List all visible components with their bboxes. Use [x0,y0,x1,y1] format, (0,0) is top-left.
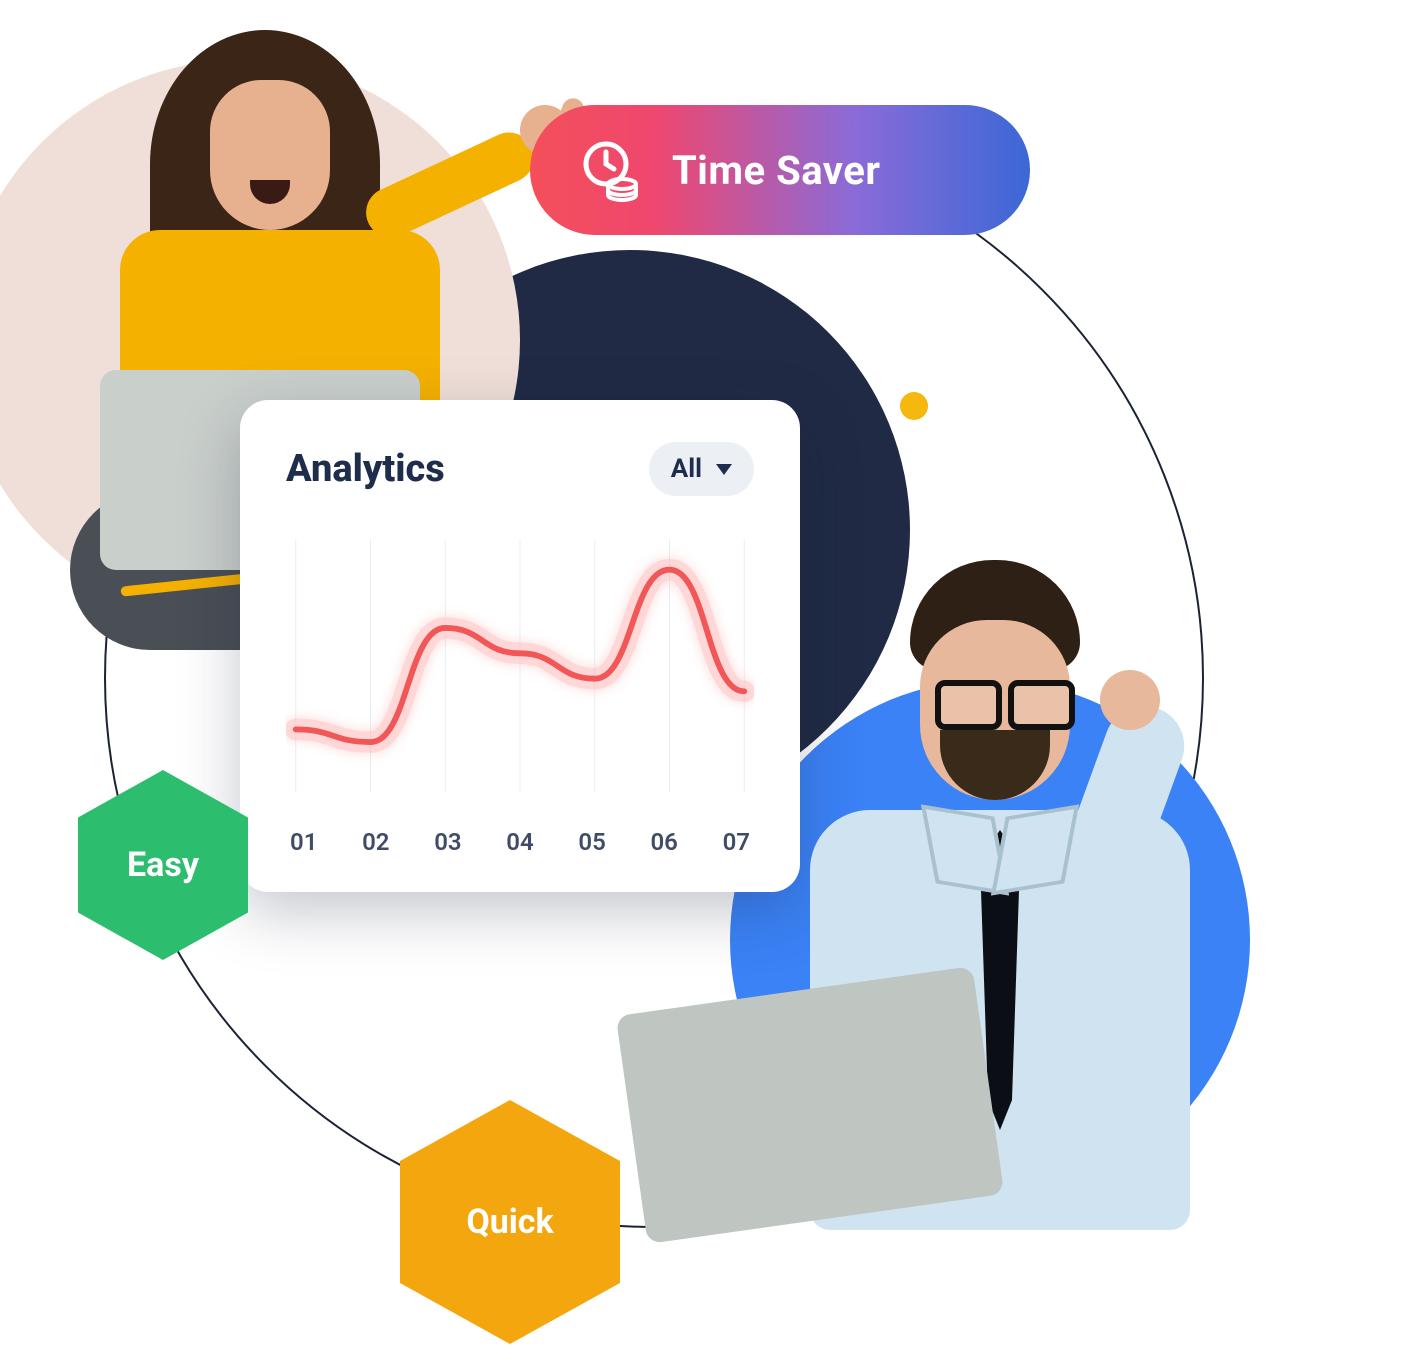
person-2-hand [1100,670,1160,730]
chevron-down-icon [716,464,732,475]
x-tick: 01 [290,828,317,856]
analytics-filter-dropdown[interactable]: All [649,442,754,496]
analytics-line-chart [286,516,754,816]
x-tick: 02 [362,828,389,856]
x-tick: 05 [578,828,605,856]
easy-badge-label: Easy [127,845,199,885]
hero-illustration: Time Saver Analytics All 01020304050607 [0,0,1408,1362]
analytics-title: Analytics [286,447,445,491]
analytics-filter-label: All [671,454,702,484]
x-tick: 06 [650,828,677,856]
x-tick: 03 [434,828,461,856]
analytics-x-axis: 01020304050607 [286,820,754,862]
analytics-card-header: Analytics All [286,442,754,496]
person-1-arm [358,124,542,245]
accent-dot [900,392,928,420]
time-saver-label: Time Saver [672,147,881,194]
person-2 [700,560,1260,1280]
glasses-icon [935,680,1075,720]
clock-coins-icon [580,138,644,202]
person-1-face [210,80,330,230]
quick-badge-label: Quick [466,1202,553,1242]
x-tick: 04 [506,828,533,856]
time-saver-pill: Time Saver [530,105,1030,235]
